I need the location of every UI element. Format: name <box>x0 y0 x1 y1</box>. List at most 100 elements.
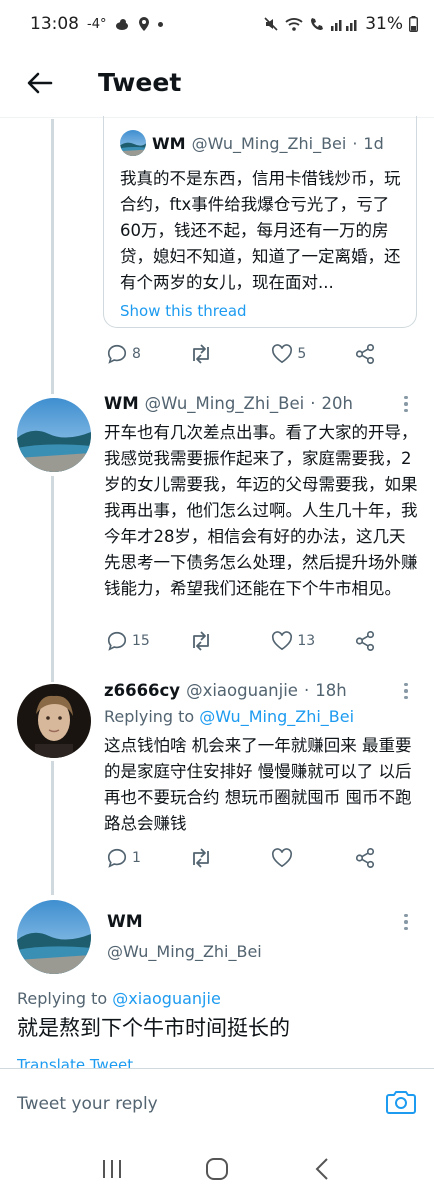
tweet-text: 就是熬到下个牛市时间挺长的 <box>17 1016 290 1040</box>
back-arrow-icon <box>27 72 53 93</box>
replying-to-link[interactable]: @xiaoguanjie <box>112 989 220 1008</box>
share-button[interactable] <box>354 630 376 652</box>
system-back-button[interactable] <box>302 1149 342 1189</box>
like-icon <box>272 848 293 868</box>
tweet-actions: 8 5 <box>106 339 376 369</box>
retweet-icon <box>192 848 209 868</box>
author-name[interactable]: z6666cy <box>104 681 180 700</box>
recents-button[interactable] <box>92 1149 132 1189</box>
tweet-time[interactable]: 18h <box>315 681 346 700</box>
home-icon <box>205 1158 228 1180</box>
reply-button[interactable]: 15 <box>106 630 172 652</box>
avatar[interactable] <box>120 130 146 156</box>
avatar[interactable] <box>17 398 91 472</box>
reply-icon <box>107 848 127 868</box>
separator: · <box>310 394 316 413</box>
back-nav-icon <box>315 1158 328 1180</box>
back-button[interactable] <box>10 53 70 113</box>
share-icon <box>355 631 375 651</box>
home-button[interactable] <box>197 1149 237 1189</box>
author-name[interactable]: WM <box>104 394 139 413</box>
status-time: 13:08 <box>30 14 79 34</box>
quoted-tweet-card[interactable]: WM @Wu_Ming_Zhi_Bei · 1d 我真的不是东西，信用卡借钱炒币… <box>103 116 417 328</box>
wifi-icon <box>285 18 303 31</box>
author-name[interactable]: WM <box>152 134 186 153</box>
avatar[interactable] <box>17 900 91 974</box>
status-bar: 13:08 -4° 31% <box>0 0 434 48</box>
weather-icon <box>116 19 129 30</box>
notification-dot-icon <box>158 21 164 27</box>
signal-icon <box>331 20 357 31</box>
reply-button[interactable]: 1 <box>106 847 172 869</box>
tweet-actions: 15 13 <box>106 626 376 656</box>
call-signal-icon <box>311 18 324 30</box>
camera-button[interactable] <box>384 1085 418 1119</box>
more-options-button[interactable] <box>398 679 414 703</box>
replying-label: Replying to <box>17 989 108 1008</box>
tweet-text: 这点钱怕啥 机会来了一年就赚回来 最重要的是家庭守住安排好 慢慢赚就可以了 以后… <box>104 736 412 833</box>
mute-icon <box>264 17 278 31</box>
share-icon <box>355 344 375 364</box>
more-icon <box>404 395 408 400</box>
like-button[interactable]: 5 <box>271 344 337 364</box>
location-icon <box>139 17 150 31</box>
tweet-time[interactable]: 20h <box>321 394 352 413</box>
like-count: 13 <box>297 633 316 649</box>
quoted-tweet-header: WM @Wu_Ming_Zhi_Bei · 1d <box>120 130 404 156</box>
more-options-button[interactable] <box>398 910 414 934</box>
like-button[interactable]: 13 <box>271 631 337 651</box>
replying-to-link[interactable]: @Wu_Ming_Zhi_Bei <box>199 707 354 726</box>
replying-to: Replying to @Wu_Ming_Zhi_Bei <box>104 707 354 726</box>
author-handle[interactable]: @Wu_Ming_Zhi_Bei <box>192 134 347 153</box>
share-button[interactable] <box>354 343 376 365</box>
battery-percent: 31% <box>365 14 403 34</box>
author-name[interactable]: WM <box>107 912 143 932</box>
reply-count: 15 <box>132 633 150 649</box>
share-button[interactable] <box>354 847 376 869</box>
retweet-button[interactable] <box>189 630 255 652</box>
recents-icon <box>103 1160 122 1178</box>
retweet-button[interactable] <box>189 847 255 869</box>
like-icon <box>272 344 293 364</box>
more-icon <box>404 682 408 687</box>
avatar[interactable] <box>17 684 91 758</box>
reply-count: 1 <box>132 850 141 866</box>
tweet-time[interactable]: 1d <box>363 134 383 153</box>
more-options-button[interactable] <box>398 392 414 416</box>
replying-label: Replying to <box>104 707 195 726</box>
reply-input[interactable]: Tweet your reply <box>17 1094 158 1114</box>
reply-composer: Tweet your reply <box>0 1068 434 1138</box>
thread-line <box>51 119 54 394</box>
reply-button[interactable]: 8 <box>106 343 172 365</box>
retweet-icon <box>192 344 209 364</box>
reply-icon <box>107 631 127 651</box>
tweet-actions: 1 <box>106 843 376 873</box>
author-handle[interactable]: @xiaoguanjie <box>186 681 298 700</box>
camera-icon <box>386 1091 416 1114</box>
replying-to: Replying to @xiaoguanjie <box>17 989 221 1008</box>
retweet-icon <box>192 631 209 651</box>
thread-line <box>51 761 54 895</box>
tweet-text: 开车也有几次差点出事。看了大家的开导，我感觉我需要振作起来了，家庭需要我，2岁的… <box>104 423 418 598</box>
quoted-tweet-text: 我真的不是东西，信用卡借钱炒币，玩合约，ftx事件给我爆仓亏光了，亏了60万，钱… <box>120 169 401 292</box>
tweet-header: z6666cy @xiaoguanjie · 18h <box>104 681 347 700</box>
reply-count: 8 <box>132 346 141 362</box>
reply-icon <box>107 344 127 364</box>
retweet-button[interactable] <box>189 343 255 365</box>
thread-line <box>51 476 54 682</box>
more-icon <box>404 913 408 918</box>
author-handle[interactable]: @Wu_Ming_Zhi_Bei <box>107 942 262 961</box>
like-button[interactable] <box>271 848 337 868</box>
like-icon <box>272 631 293 651</box>
tweet-header: WM @Wu_Ming_Zhi_Bei · 20h <box>104 394 353 413</box>
like-count: 5 <box>297 346 307 362</box>
show-thread-link[interactable]: Show this thread <box>120 302 404 320</box>
separator: · <box>352 133 358 153</box>
share-icon <box>355 848 375 868</box>
author-handle[interactable]: @Wu_Ming_Zhi_Bei <box>145 394 305 413</box>
separator: · <box>303 681 310 700</box>
page-title: Tweet <box>98 68 182 97</box>
battery-icon <box>409 16 418 32</box>
system-nav-bar <box>0 1138 434 1200</box>
top-app-bar: Tweet <box>0 48 434 118</box>
